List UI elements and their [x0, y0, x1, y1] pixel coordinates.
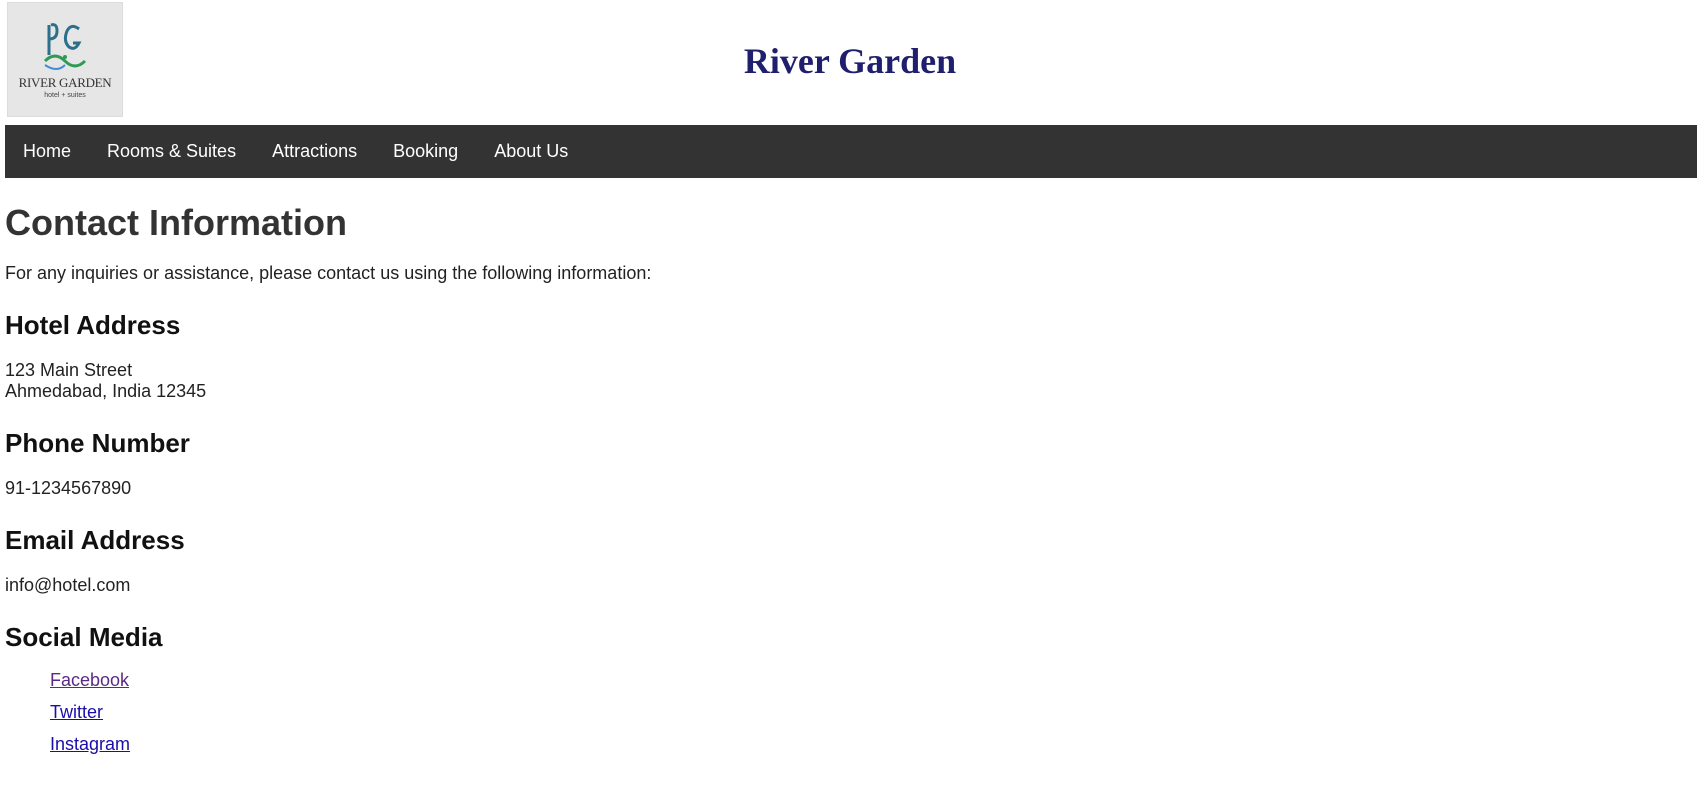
email-address: info@hotel.com [5, 575, 131, 595]
facebook-link[interactable]: Facebook [50, 670, 129, 690]
address-line-1: 123 Main Street [5, 360, 133, 380]
phone-number: 91-1234567890 [5, 478, 132, 498]
nav-item-attractions[interactable]: Attractions [254, 125, 375, 178]
site-title: River Garden [743, 41, 957, 81]
site-header: RIVER GARDEN hotel + suites River Garden [0, 0, 1700, 125]
social-links-list: Facebook Twitter Instagram [5, 670, 1695, 755]
list-item: Twitter [50, 702, 1695, 723]
nav-item-rooms-suites[interactable]: Rooms & Suites [89, 125, 254, 178]
social-heading: Social Media [5, 622, 163, 652]
address-heading: Hotel Address [5, 310, 181, 340]
twitter-link[interactable]: Twitter [50, 702, 103, 722]
intro-text: For any inquiries or assistance, please … [5, 263, 652, 283]
address-block: 123 Main Street Ahmedabad, India 12345 [5, 360, 1695, 402]
address-line-2: Ahmedabad, India 12345 [5, 381, 207, 401]
list-item: Facebook [50, 670, 1695, 691]
logo-tagline: hotel + suites [44, 91, 86, 99]
list-item: Instagram [50, 734, 1695, 755]
instagram-link[interactable]: Instagram [50, 734, 130, 754]
email-heading: Email Address [5, 525, 185, 555]
page-heading: Contact Information [5, 202, 347, 243]
nav-item-booking[interactable]: Booking [375, 125, 476, 178]
main-content: Contact Information For any inquiries or… [5, 178, 1695, 766]
main-navbar: Home Rooms & Suites Attractions Booking … [5, 125, 1697, 178]
nav-item-about-us[interactable]: About Us [476, 125, 586, 178]
phone-heading: Phone Number [5, 428, 190, 458]
nav-item-home[interactable]: Home [5, 125, 89, 178]
page: RIVER GARDEN hotel + suites River Garden… [0, 0, 1700, 785]
